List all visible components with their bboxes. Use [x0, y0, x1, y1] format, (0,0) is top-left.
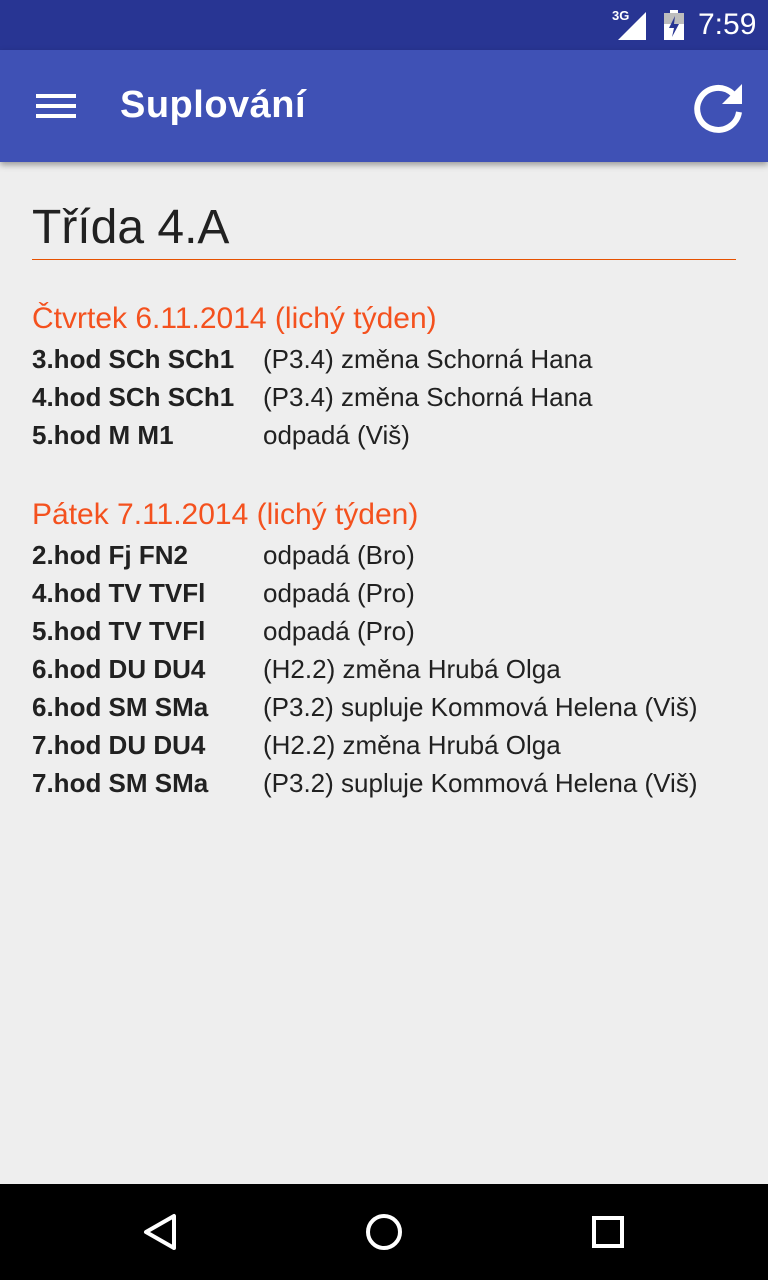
- clock: 7:59: [698, 8, 757, 41]
- class-title: Třída 4.A: [32, 201, 230, 254]
- lesson-label: 4.hod TV TVFl: [32, 578, 206, 608]
- lesson-detail: (P3.4) změna Schorná Hana: [263, 382, 593, 412]
- lesson-label: 2.hod Fj FN2: [32, 540, 188, 570]
- day-header: Pátek 7.11.2014 (lichý týden): [32, 498, 419, 531]
- app-bar: Suplování: [0, 50, 768, 162]
- lesson-detail: (P3.2) supluje Kommová Helena (Viš): [263, 768, 698, 798]
- substitution-row: 4.hod SCh SCh1 (P3.4) změna Schorná Hana: [32, 378, 736, 416]
- substitution-row: 5.hod TV TVFl odpadá (Pro): [32, 612, 736, 650]
- lesson-detail: odpadá (Bro): [263, 540, 415, 570]
- refresh-icon[interactable]: [686, 76, 750, 140]
- system-nav-bar: [0, 1184, 768, 1280]
- day-header: Čtvrtek 6.11.2014 (lichý týden): [32, 302, 437, 335]
- status-bar: 3G 7:59: [0, 0, 768, 50]
- day-section: Čtvrtek 6.11.2014 (lichý týden) 3.hod SC…: [32, 298, 736, 454]
- lesson-detail: (H2.2) změna Hrubá Olga: [263, 654, 561, 684]
- recents-icon[interactable]: [580, 1204, 636, 1260]
- substitution-row: 6.hod SM SMa (P3.2) supluje Kommová Hele…: [32, 688, 736, 726]
- lesson-label: 7.hod SM SMa: [32, 768, 209, 798]
- lesson-label: 5.hod TV TVFl: [32, 616, 206, 646]
- substitution-row: 7.hod SM SMa (P3.2) supluje Kommová Hele…: [32, 764, 736, 802]
- lesson-detail: odpadá (Pro): [263, 616, 415, 646]
- substitution-content: Třída 4.A Čtvrtek 6.11.2014 (lichý týden…: [32, 162, 736, 802]
- lesson-label: 6.hod SM SMa: [32, 692, 209, 722]
- substitution-row: 6.hod DU DU4 (H2.2) změna Hrubá Olga: [32, 650, 736, 688]
- substitution-row: 2.hod Fj FN2 odpadá (Bro): [32, 536, 736, 574]
- lesson-detail: (H2.2) změna Hrubá Olga: [263, 730, 561, 760]
- title-divider: [32, 259, 736, 260]
- app-title: Suplování: [120, 84, 307, 126]
- home-icon[interactable]: [356, 1204, 412, 1260]
- lesson-label: 6.hod DU DU4: [32, 654, 206, 684]
- hamburger-menu-icon[interactable]: [24, 78, 88, 134]
- back-icon[interactable]: [132, 1204, 188, 1260]
- lesson-label: 5.hod M M1: [32, 420, 174, 450]
- lesson-label: 4.hod SCh SCh1: [32, 382, 235, 412]
- lesson-label: 3.hod SCh SCh1: [32, 344, 235, 374]
- battery-icon: [664, 10, 684, 40]
- substitution-row: 3.hod SCh SCh1 (P3.4) změna Schorná Hana: [32, 340, 736, 378]
- signal-icon: [618, 12, 646, 40]
- lesson-detail: odpadá (Pro): [263, 578, 415, 608]
- lesson-detail: (P3.2) supluje Kommová Helena (Viš): [263, 692, 698, 722]
- substitution-row: 7.hod DU DU4 (H2.2) změna Hrubá Olga: [32, 726, 736, 764]
- lesson-detail: odpadá (Viš): [263, 420, 410, 450]
- lesson-detail: (P3.4) změna Schorná Hana: [263, 344, 593, 374]
- lesson-label: 7.hod DU DU4: [32, 730, 206, 760]
- substitution-row: 5.hod M M1 odpadá (Viš): [32, 416, 736, 454]
- day-section: Pátek 7.11.2014 (lichý týden) 2.hod Fj F…: [32, 494, 736, 802]
- substitution-row: 4.hod TV TVFl odpadá (Pro): [32, 574, 736, 612]
